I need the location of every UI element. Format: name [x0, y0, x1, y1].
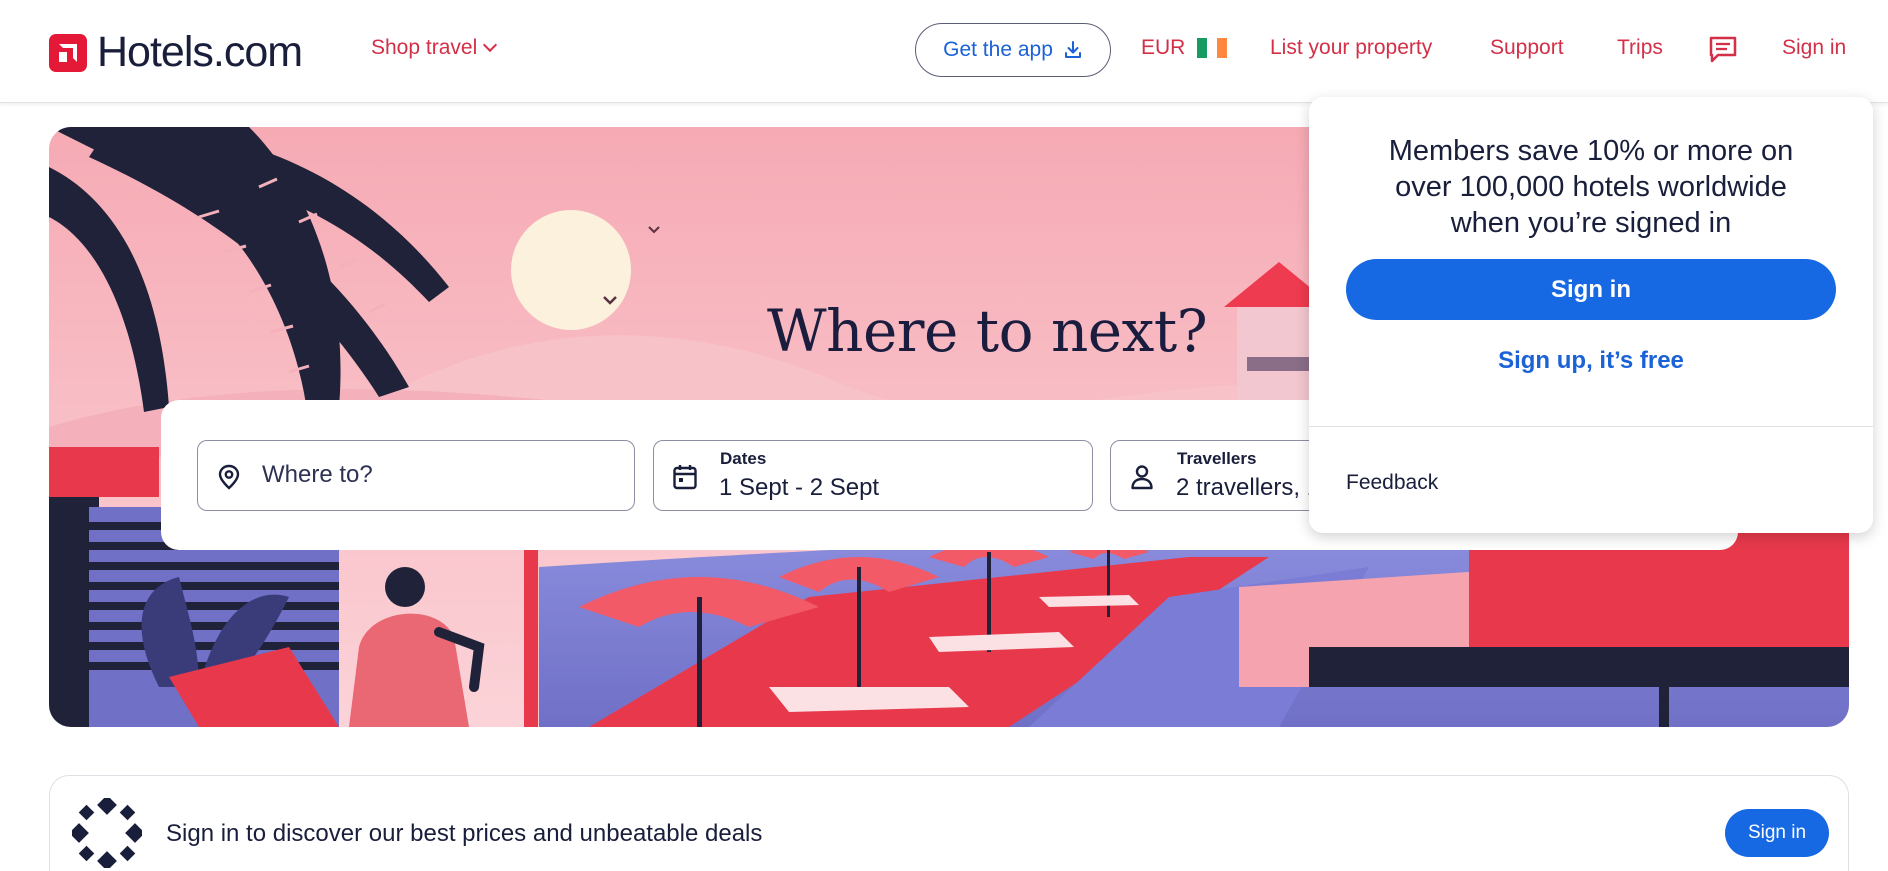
shop-travel-menu[interactable]: Shop travel — [371, 36, 498, 60]
dates-label: Dates — [720, 449, 767, 468]
ireland-flag-icon — [1197, 38, 1228, 58]
popover-sign-in-button[interactable]: Sign in — [1346, 259, 1836, 320]
deals-banner-text: Sign in to discover our best prices and … — [166, 820, 763, 847]
chat-icon[interactable] — [1708, 34, 1738, 64]
members-promo-text: Members save 10% or more on over 100,000… — [1388, 135, 1794, 239]
chevron-down-icon — [483, 37, 498, 53]
sign-in-popover: Members save 10% or more on over 100,000… — [1309, 97, 1873, 533]
shop-travel-label: Shop travel — [371, 36, 478, 59]
deals-sparkle-icon — [72, 798, 142, 868]
get-the-app-label: Get the app — [943, 38, 1053, 61]
person-icon — [1131, 465, 1153, 490]
location-pin-icon — [218, 464, 240, 490]
currency-selector[interactable]: EUR — [1141, 36, 1228, 60]
deals-banner: Sign in to discover our best prices and … — [49, 775, 1849, 871]
support-link[interactable]: Support — [1490, 36, 1564, 60]
header-sign-in-link[interactable]: Sign in — [1782, 36, 1846, 60]
hotels-logo-icon — [49, 33, 87, 72]
hero-title: Where to next? — [767, 297, 1208, 365]
popover-divider — [1309, 426, 1873, 427]
destination-field[interactable]: Where to? — [197, 440, 635, 511]
trips-link[interactable]: Trips — [1617, 36, 1663, 60]
brand-logo[interactable]: Hotels.com — [49, 28, 303, 77]
download-icon — [1064, 41, 1081, 58]
destination-placeholder: Where to? — [262, 461, 373, 488]
page: Hotels.com Shop travel Get the app EUR L… — [0, 0, 1888, 871]
currency-label: EUR — [1141, 36, 1186, 59]
banner-sign-in-button[interactable]: Sign in — [1725, 809, 1829, 857]
brand-name: Hotels.com — [97, 28, 303, 76]
list-your-property-link[interactable]: List your property — [1270, 36, 1432, 60]
calendar-icon — [673, 465, 697, 490]
get-the-app-button[interactable]: Get the app — [915, 23, 1111, 77]
dates-field[interactable]: Dates 1 Sept - 2 Sept — [653, 440, 1093, 511]
sign-up-link[interactable]: Sign up, it’s free — [1309, 347, 1873, 375]
feedback-link[interactable]: Feedback — [1346, 471, 1438, 495]
top-header: Hotels.com Shop travel Get the app EUR L… — [0, 0, 1888, 103]
dates-value: 1 Sept - 2 Sept — [719, 474, 880, 501]
travellers-label: Travellers — [1177, 449, 1257, 468]
